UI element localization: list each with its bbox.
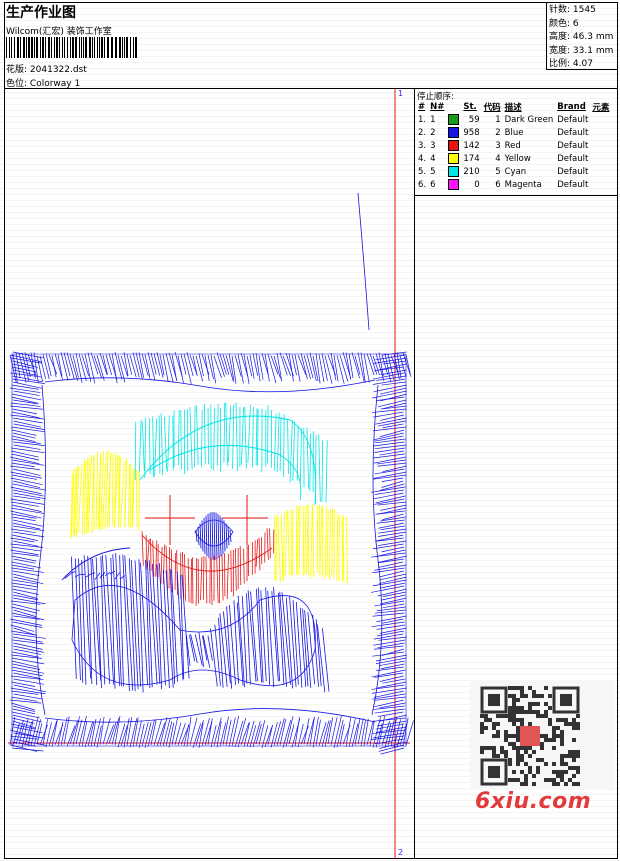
hair-right-yellow [274,503,349,585]
sequence-end-marker: 2 [398,848,404,857]
jump-stitch [357,192,370,331]
nose-blue [194,512,234,560]
border-frame [9,351,414,755]
hat-fill-cyan [134,402,328,506]
watermark-text: 6xiu.com [475,789,592,814]
hair-left-yellow [70,450,140,540]
mouth-red [141,528,275,606]
sequence-start-marker: 1 [398,89,404,98]
